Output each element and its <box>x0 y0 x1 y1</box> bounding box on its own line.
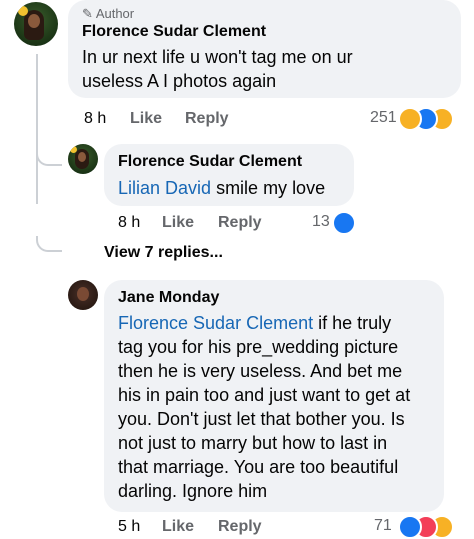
comment-time[interactable]: 5 h <box>118 518 140 536</box>
reply-button[interactable]: Reply <box>218 518 262 536</box>
comment-author-name[interactable]: Florence Sudar Clement <box>118 153 302 171</box>
like-icon <box>332 211 356 235</box>
reactions-count[interactable]: 251 <box>370 109 397 127</box>
comment-time[interactable]: 8 h <box>84 110 106 128</box>
mention-link[interactable]: Florence Sudar Clement <box>118 313 313 333</box>
haha-icon <box>398 107 422 131</box>
thread-curve <box>36 150 62 166</box>
comment-author-name[interactable]: Florence Sudar Clement <box>82 23 266 41</box>
like-button[interactable]: Like <box>162 214 194 232</box>
reply-button[interactable]: Reply <box>185 110 229 128</box>
avatar[interactable] <box>14 2 58 46</box>
comment-time[interactable]: 8 h <box>118 214 140 232</box>
author-badge: ✎ Author <box>82 6 135 21</box>
comment-text: In ur next life u won't tag me on ur use… <box>82 47 353 91</box>
mention-link[interactable]: Lilian David <box>118 178 211 198</box>
comment-bubble: ✎ Author Florence Sudar Clement In ur ne… <box>68 0 461 98</box>
like-button[interactable]: Like <box>162 518 194 536</box>
comment-bubble: Jane Monday Florence Sudar Clement if he… <box>104 280 444 512</box>
view-replies-link[interactable]: View 7 replies... <box>104 244 223 262</box>
reply-button[interactable]: Reply <box>218 214 262 232</box>
avatar[interactable] <box>68 280 98 310</box>
comment-text: Lilian David smile my love <box>118 178 326 198</box>
comment-bubble: Florence Sudar Clement Lilian David smil… <box>104 144 354 206</box>
thread-line <box>36 54 38 204</box>
reactions-count[interactable]: 71 <box>374 517 392 535</box>
thread-curve-2 <box>36 236 62 252</box>
avatar[interactable] <box>68 144 98 174</box>
reactions-count[interactable]: 13 <box>312 213 330 231</box>
pencil-icon: ✎ <box>82 6 93 21</box>
like-button[interactable]: Like <box>130 110 162 128</box>
like-icon <box>398 515 422 539</box>
comment-author-name[interactable]: Jane Monday <box>118 289 219 307</box>
comment-text: Florence Sudar Clement if he truly tag y… <box>118 313 411 501</box>
